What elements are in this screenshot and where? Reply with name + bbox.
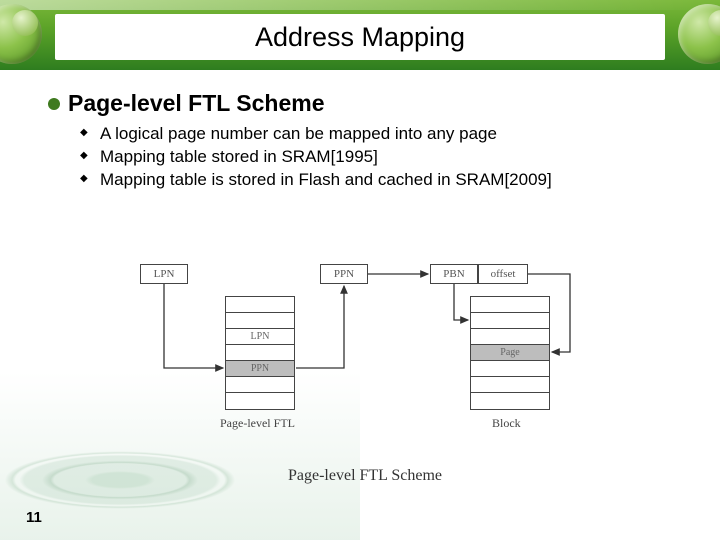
table-row bbox=[471, 329, 549, 345]
block-table-label: Block bbox=[492, 416, 521, 431]
content-area: Page-level FTL Scheme A logical page num… bbox=[48, 90, 680, 192]
pbn-box: PBN bbox=[430, 264, 478, 284]
decoration-left bbox=[0, 4, 42, 64]
section-heading: Page-level FTL Scheme bbox=[48, 90, 680, 117]
decoration-right bbox=[678, 4, 720, 64]
diagram-caption: Page-level FTL Scheme bbox=[130, 467, 600, 485]
table-row: LPN bbox=[226, 329, 294, 345]
bullet-item: Mapping table stored in SRAM[1995] bbox=[80, 146, 680, 169]
bullet-item: A logical page number can be mapped into… bbox=[80, 123, 680, 146]
table-row bbox=[226, 345, 294, 361]
lpn-box: LPN bbox=[140, 264, 188, 284]
slide-title: Address Mapping bbox=[255, 22, 465, 53]
ppn-top-box: PPN bbox=[320, 264, 368, 284]
title-bar: Address Mapping bbox=[55, 14, 665, 60]
table-row bbox=[226, 313, 294, 329]
slide-header: Address Mapping bbox=[0, 0, 720, 72]
table-row bbox=[471, 377, 549, 393]
offset-box: offset bbox=[478, 264, 528, 284]
table-row bbox=[471, 297, 549, 313]
bullet-dot-icon bbox=[48, 98, 60, 110]
section-title: Page-level FTL Scheme bbox=[68, 90, 325, 117]
table-row bbox=[226, 377, 294, 393]
table-row: PPN bbox=[226, 361, 294, 377]
bullet-list: A logical page number can be mapped into… bbox=[80, 123, 680, 192]
table-row bbox=[471, 313, 549, 329]
ftl-table: LPN PPN bbox=[225, 296, 295, 410]
table-row: Page bbox=[471, 345, 549, 361]
table-row bbox=[471, 361, 549, 377]
table-row bbox=[226, 393, 294, 409]
bullet-item: Mapping table is stored in Flash and cac… bbox=[80, 169, 680, 192]
page-number: 11 bbox=[26, 509, 42, 526]
table-row bbox=[471, 393, 549, 409]
ftl-diagram: LPN PPN PBN offset LPN PPN Page-level FT… bbox=[130, 260, 600, 485]
table-row bbox=[226, 297, 294, 313]
ftl-table-label: Page-level FTL bbox=[220, 416, 295, 431]
block-table: Page bbox=[470, 296, 550, 410]
